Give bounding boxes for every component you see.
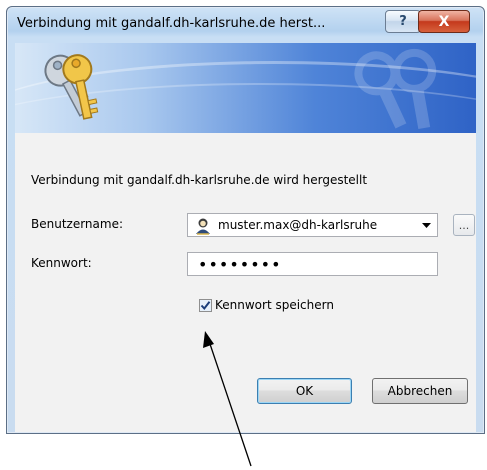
ok-button[interactable]: OK: [257, 378, 352, 404]
username-combobox[interactable]: muster.max@dh-karlsruhe: [187, 213, 438, 237]
checkmark-icon: [200, 301, 211, 311]
browse-credentials-button[interactable]: ...: [453, 214, 475, 236]
save-password-label[interactable]: Kennwort speichern: [215, 298, 334, 312]
password-field[interactable]: ••••••••: [187, 252, 438, 276]
chevron-down-icon[interactable]: [422, 223, 431, 229]
help-button[interactable]: ?: [385, 10, 421, 33]
help-icon: ?: [399, 14, 407, 29]
dialog-content: Verbindung mit gandalf.dh-karlsruhe.de w…: [15, 133, 476, 432]
close-icon: X: [438, 13, 450, 30]
window-title: Verbindung mit gandalf.dh-karlsruhe.de h…: [17, 16, 326, 31]
dialog-banner: [15, 43, 476, 133]
password-label: Kennwort:: [31, 256, 92, 270]
user-icon: [196, 218, 210, 235]
password-value: ••••••••: [198, 255, 282, 274]
connecting-text: Verbindung mit gandalf.dh-karlsruhe.de w…: [31, 173, 368, 187]
username-label: Benutzername:: [31, 217, 124, 231]
username-value: muster.max@dh-karlsruhe: [218, 218, 378, 232]
close-button[interactable]: X: [418, 10, 470, 33]
save-password-checkbox[interactable]: [199, 299, 212, 312]
keys-icon: [44, 54, 99, 120]
keys-watermark-icon: [354, 48, 437, 130]
login-dialog: Verbindung mit gandalf.dh-karlsruhe.de h…: [6, 6, 485, 434]
cancel-button[interactable]: Abbrechen: [372, 378, 468, 404]
title-bar[interactable]: Verbindung mit gandalf.dh-karlsruhe.de h…: [7, 7, 484, 41]
